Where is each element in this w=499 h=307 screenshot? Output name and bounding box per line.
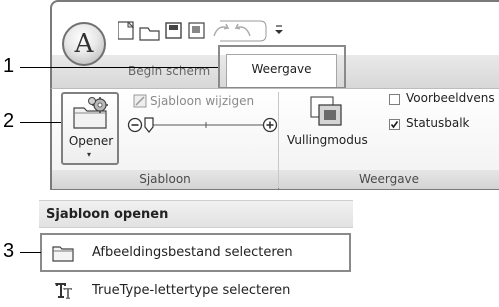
opener-dropdown-arrow: ▾: [87, 150, 92, 159]
statusbar-checkbox-label: Statusbalk: [406, 116, 470, 130]
callout-number-2: 2: [3, 110, 15, 132]
template-edit-button[interactable]: Sjabloon wijzigen: [150, 94, 254, 108]
callout-highlight-tab: [218, 45, 346, 89]
redo-button[interactable]: [236, 20, 254, 42]
menu-header: Sjabloon openen: [39, 200, 353, 228]
application-button[interactable]: A: [62, 22, 106, 66]
template-edit-label: Sjabloon wijzigen: [150, 94, 255, 108]
zoom-out-icon[interactable]: [127, 117, 143, 133]
group-label-sjabloon-text: Sjabloon: [139, 172, 191, 186]
application-button-letter: A: [74, 29, 94, 59]
folder-gear-icon: [73, 97, 108, 129]
group-label-weergave-text: Weergave: [358, 172, 420, 186]
callout-leader-1: [20, 67, 218, 68]
checkmark-icon: [390, 121, 399, 129]
folder-icon: [52, 246, 74, 262]
fill-mode-button[interactable]: [283, 92, 375, 164]
truetype-font-icon: [55, 283, 72, 299]
menu-item-select-image-file-label: Afbeeldingsbestand selecteren: [92, 245, 293, 260]
callout-leader-3: [20, 252, 41, 253]
group-label-sjabloon: Sjabloon: [52, 170, 278, 189]
callout-leader-2: [20, 122, 61, 123]
menu-item-select-truetype-font-label: TrueType-lettertype selecteren: [92, 283, 291, 298]
opener-label: Opener: [68, 134, 114, 148]
preview-checkbox[interactable]: [389, 94, 400, 105]
undo-button[interactable]: [212, 20, 230, 42]
group-label-weergave: Weergave: [279, 170, 499, 189]
customize-toolbar-button[interactable]: [274, 20, 284, 42]
callout-number-3: 3: [3, 240, 15, 262]
zoom-in-icon[interactable]: [262, 117, 278, 133]
template-edit-icon: [133, 94, 147, 108]
slider-thumb[interactable]: [144, 117, 154, 133]
preview-checkbox-label: Voorbeeldvens: [406, 91, 495, 105]
callout-number-1: 1: [3, 55, 15, 77]
fill-mode-label: Vullingmodus: [287, 133, 368, 147]
